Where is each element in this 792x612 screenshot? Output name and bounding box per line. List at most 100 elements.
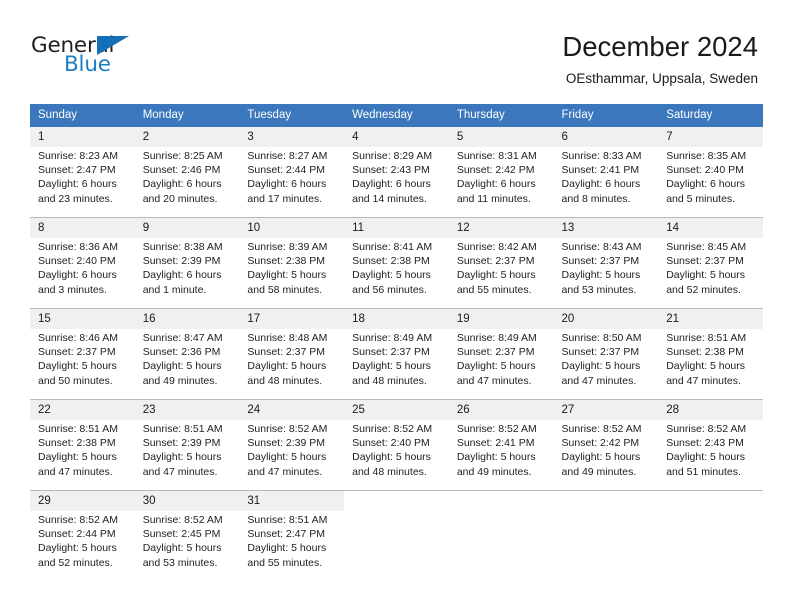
day-number-cell[interactable]: 17 [239, 308, 345, 329]
day-detail-cell[interactable]: Sunrise: 8:52 AM Sunset: 2:44 PM Daylight:… [30, 511, 135, 581]
week-daynumber-row: 8 9 10 11 12 13 14 [30, 217, 763, 238]
day-sunset-text: Sunset: 2:37 PM [352, 346, 430, 359]
day-number-cell[interactable]: 13 [553, 217, 659, 238]
weekday-header-wednesday: Wednesday [344, 104, 449, 127]
day-detail-cell[interactable]: Sunrise: 8:51 AM Sunset: 2:38 PM Daylight:… [30, 420, 135, 491]
day-number-cell[interactable]: 18 [344, 308, 449, 329]
day-detail-cell[interactable]: Sunrise: 8:33 AM Sunset: 2:41 PM Daylight:… [553, 147, 659, 218]
empty-day-detail-cell [344, 511, 449, 581]
week-daynumber-row: 1234567 [30, 127, 763, 147]
day-detail-cell[interactable]: Sunrise: 8:41 AM Sunset: 2:38 PM Daylight:… [344, 238, 449, 309]
day-detail-cell[interactable]: Sunrise: 8:52 AM Sunset: 2:40 PM Daylight:… [344, 420, 449, 491]
day-detail-cell[interactable]: Sunrise: 8:27 AM Sunset: 2:44 PM Daylight:… [239, 147, 345, 218]
day-daylight2-text: and 52 minutes. [38, 556, 113, 569]
day-daylight1-text: Daylight: 6 hours [561, 178, 641, 191]
day-number-cell[interactable]: 14 [658, 217, 763, 238]
day-number-cell[interactable]: 6 [553, 127, 659, 147]
day-detail-cell[interactable]: Sunrise: 8:52 AM Sunset: 2:43 PM Daylight:… [658, 420, 763, 491]
day-sunrise-text: Sunrise: 8:47 AM [142, 332, 223, 344]
day-number-cell[interactable]: 8 [30, 217, 135, 238]
day-daylight1-text: Daylight: 5 hours [142, 451, 222, 464]
day-number-cell[interactable]: 28 [658, 399, 763, 420]
day-number-cell[interactable]: 5 [448, 127, 554, 147]
day-daylight1-text: Daylight: 6 hours [38, 178, 117, 191]
day-detail-cell[interactable]: Sunrise: 8:29 AM Sunset: 2:43 PM Daylight:… [344, 147, 449, 218]
day-sunrise-text: Sunrise: 8:49 AM [352, 332, 433, 344]
day-number-cell[interactable]: 19 [448, 308, 554, 329]
day-sunrise-text: Sunrise: 8:51 AM [666, 332, 747, 344]
day-number-cell[interactable]: 25 [344, 399, 449, 420]
day-daylight2-text: and 47 minutes. [561, 374, 637, 387]
day-number-cell[interactable]: 3 [239, 127, 345, 147]
day-detail-cell[interactable]: Sunrise: 8:42 AM Sunset: 2:37 PM Daylight:… [448, 238, 554, 309]
day-detail-cell[interactable]: Sunrise: 8:39 AM Sunset: 2:38 PM Daylight:… [239, 238, 345, 309]
day-daylight1-text: Daylight: 6 hours [38, 269, 117, 282]
day-sunset-text: Sunset: 2:39 PM [142, 437, 221, 450]
day-daylight1-text: Daylight: 6 hours [142, 178, 222, 191]
day-detail-cell[interactable]: Sunrise: 8:51 AM Sunset: 2:47 PM Daylight:… [239, 511, 345, 581]
day-sunset-text: Sunset: 2:38 PM [352, 255, 430, 268]
day-detail-cell[interactable]: Sunrise: 8:49 AM Sunset: 2:37 PM Daylight:… [448, 329, 554, 400]
day-number-cell[interactable]: 29 [30, 490, 135, 511]
day-detail-cell[interactable]: Sunrise: 8:35 AM Sunset: 2:40 PM Daylight:… [658, 147, 763, 218]
day-daylight1-text: Daylight: 6 hours [456, 178, 536, 191]
day-sunset-text: Sunset: 2:37 PM [456, 255, 535, 268]
day-detail-cell[interactable]: Sunrise: 8:49 AM Sunset: 2:37 PM Daylight:… [344, 329, 449, 400]
day-detail-cell[interactable]: Sunrise: 8:52 AM Sunset: 2:41 PM Daylight:… [448, 420, 554, 491]
day-number-cell[interactable]: 20 [553, 308, 659, 329]
day-detail-cell[interactable]: Sunrise: 8:25 AM Sunset: 2:46 PM Daylight:… [134, 147, 240, 218]
day-detail-cell[interactable]: Sunrise: 8:51 AM Sunset: 2:38 PM Daylight:… [658, 329, 763, 400]
day-number-cell[interactable]: 26 [448, 399, 554, 420]
day-number-cell[interactable]: 11 [344, 217, 449, 238]
day-detail-cell[interactable]: Sunrise: 8:23 AM Sunset: 2:47 PM Daylight:… [30, 147, 135, 218]
day-detail-cell[interactable]: Sunrise: 8:47 AM Sunset: 2:36 PM Daylight:… [134, 329, 240, 400]
day-daylight2-text: and 55 minutes. [247, 556, 323, 569]
day-number-cell[interactable]: 12 [448, 217, 554, 238]
day-number-cell[interactable]: 30 [134, 490, 240, 511]
day-number-cell[interactable]: 7 [658, 127, 763, 147]
day-daylight1-text: Daylight: 5 hours [247, 360, 327, 373]
day-sunset-text: Sunset: 2:43 PM [352, 164, 430, 177]
day-detail-cell[interactable]: Sunrise: 8:48 AM Sunset: 2:37 PM Daylight:… [239, 329, 345, 400]
day-number-cell[interactable]: 2 [134, 127, 240, 147]
day-detail-cell[interactable]: Sunrise: 8:52 AM Sunset: 2:42 PM Daylight:… [553, 420, 659, 491]
day-number-cell[interactable]: 21 [658, 308, 763, 329]
day-daylight2-text: and 49 minutes. [561, 465, 637, 478]
day-number-cell[interactable]: 23 [134, 399, 240, 420]
day-number-cell[interactable]: 27 [553, 399, 659, 420]
day-number-cell[interactable]: 10 [239, 217, 345, 238]
day-number-cell[interactable]: 31 [239, 490, 345, 511]
day-detail-cell[interactable]: Sunrise: 8:43 AM Sunset: 2:37 PM Daylight:… [553, 238, 659, 309]
empty-day-cell [553, 490, 659, 511]
day-number-cell[interactable]: 4 [344, 127, 449, 147]
logo-text-blue: Blue [64, 52, 111, 77]
day-number-cell[interactable]: 9 [134, 217, 240, 238]
day-daylight1-text: Daylight: 5 hours [247, 269, 327, 282]
day-number-cell[interactable]: 15 [30, 308, 135, 329]
day-daylight1-text: Daylight: 5 hours [247, 542, 327, 555]
week-daynumber-row: 15 16 17 18 19 20 21 [30, 308, 763, 329]
day-sunrise-text: Sunrise: 8:29 AM [352, 150, 433, 162]
day-number-cell[interactable]: 16 [134, 308, 240, 329]
day-detail-cell[interactable]: Sunrise: 8:38 AM Sunset: 2:39 PM Daylight:… [134, 238, 240, 309]
day-daylight1-text: Daylight: 6 hours [142, 269, 222, 282]
day-detail-cell[interactable]: Sunrise: 8:52 AM Sunset: 2:39 PM Daylight:… [239, 420, 345, 491]
day-detail-cell[interactable]: Sunrise: 8:31 AM Sunset: 2:42 PM Daylight:… [448, 147, 554, 218]
day-detail-cell[interactable]: Sunrise: 8:50 AM Sunset: 2:37 PM Daylight:… [553, 329, 659, 400]
day-sunrise-text: Sunrise: 8:52 AM [666, 423, 747, 435]
day-sunset-text: Sunset: 2:39 PM [142, 255, 221, 268]
day-sunset-text: Sunset: 2:37 PM [561, 255, 640, 268]
day-detail-cell[interactable]: Sunrise: 8:52 AM Sunset: 2:45 PM Daylight:… [134, 511, 240, 581]
day-number-cell[interactable]: 24 [239, 399, 345, 420]
day-sunset-text: Sunset: 2:41 PM [456, 437, 535, 450]
day-sunrise-text: Sunrise: 8:41 AM [352, 241, 433, 253]
day-number-cell[interactable]: 1 [30, 127, 135, 147]
day-detail-cell[interactable]: Sunrise: 8:51 AM Sunset: 2:39 PM Daylight:… [134, 420, 240, 491]
day-number-cell[interactable]: 22 [30, 399, 135, 420]
day-detail-cell[interactable]: Sunrise: 8:46 AM Sunset: 2:37 PM Daylight:… [30, 329, 135, 400]
day-detail-cell[interactable]: Sunrise: 8:36 AM Sunset: 2:40 PM Daylight:… [30, 238, 135, 309]
day-detail-cell[interactable]: Sunrise: 8:45 AM Sunset: 2:37 PM Daylight:… [658, 238, 763, 309]
day-daylight2-text: and 53 minutes. [561, 283, 637, 296]
day-sunrise-text: Sunrise: 8:49 AM [456, 332, 537, 344]
day-daylight1-text: Daylight: 5 hours [38, 451, 117, 464]
